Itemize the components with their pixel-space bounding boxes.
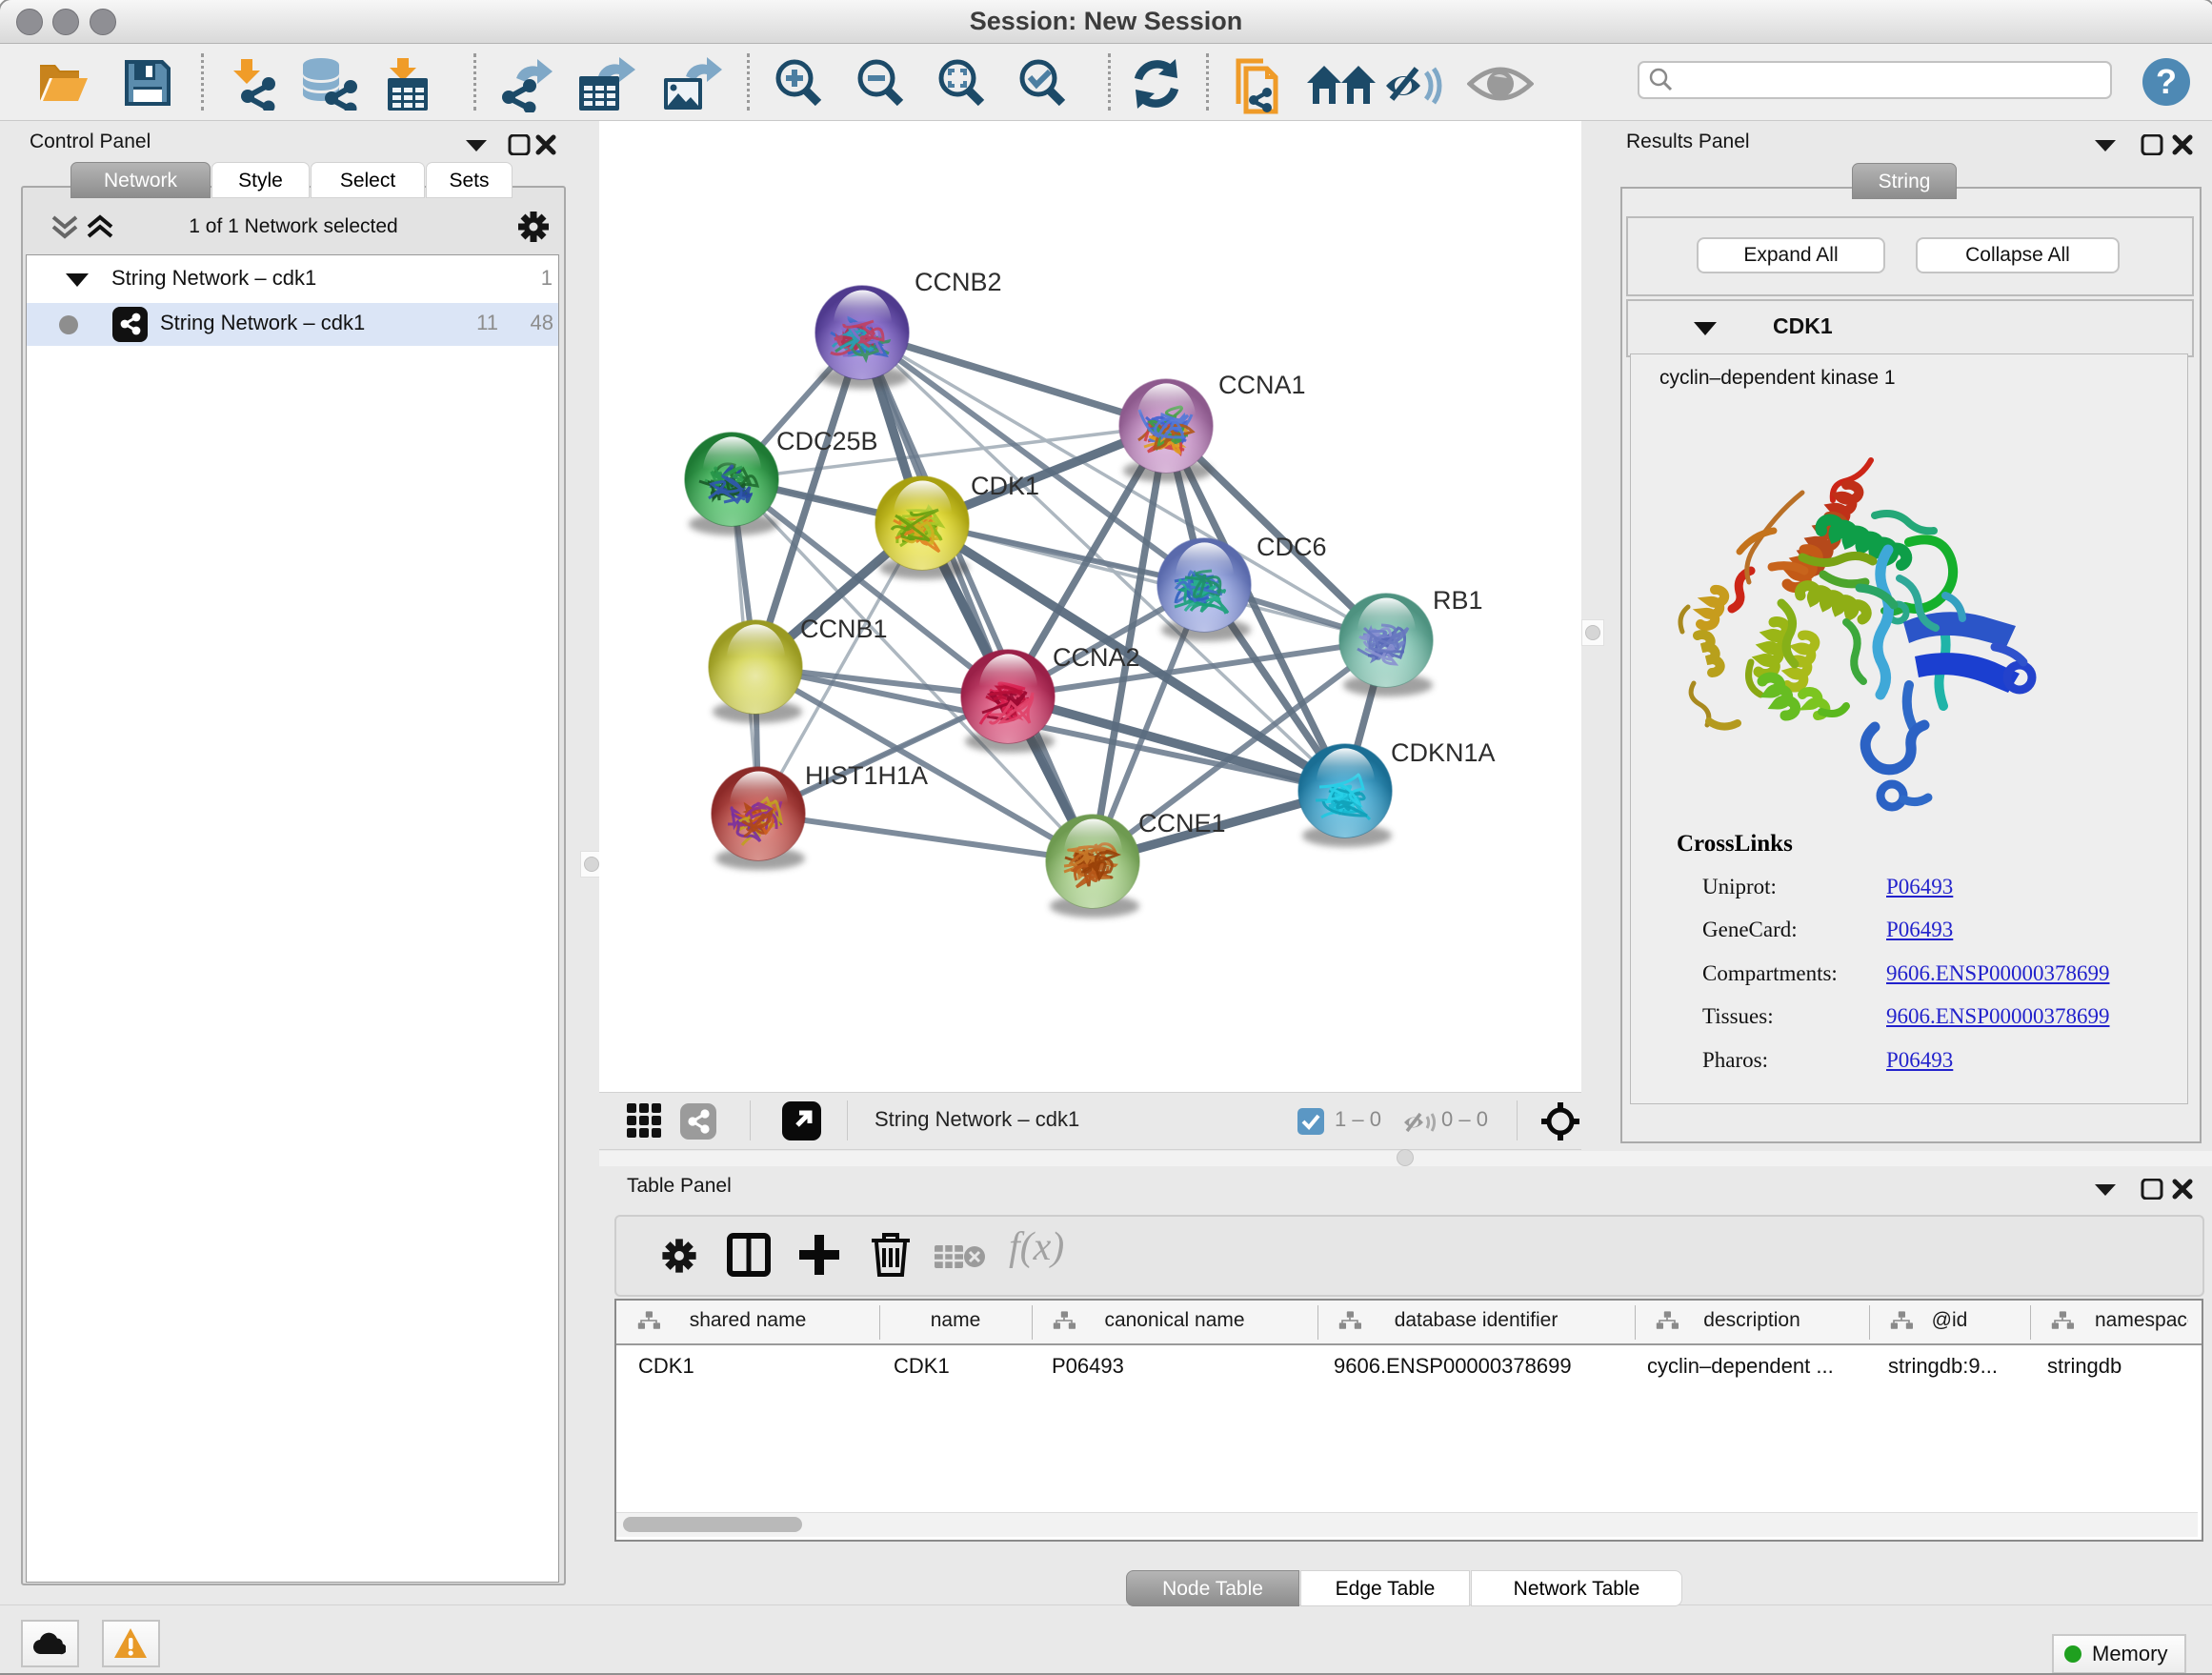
svg-text:CCNB1: CCNB1: [800, 615, 888, 643]
svg-text:CDK1: CDK1: [971, 472, 1039, 500]
svg-text:CDC25B: CDC25B: [776, 427, 878, 455]
svg-text:CCNA2: CCNA2: [1053, 643, 1140, 672]
svg-text:CDKN1A: CDKN1A: [1391, 738, 1496, 767]
svg-text:CCNA1: CCNA1: [1218, 371, 1306, 399]
svg-text:HIST1H1A: HIST1H1A: [805, 761, 928, 790]
svg-text:RB1: RB1: [1433, 586, 1483, 615]
svg-text:CDC6: CDC6: [1257, 533, 1327, 561]
svg-text:CCNE1: CCNE1: [1138, 809, 1226, 838]
svg-text:CCNB2: CCNB2: [915, 268, 1002, 296]
